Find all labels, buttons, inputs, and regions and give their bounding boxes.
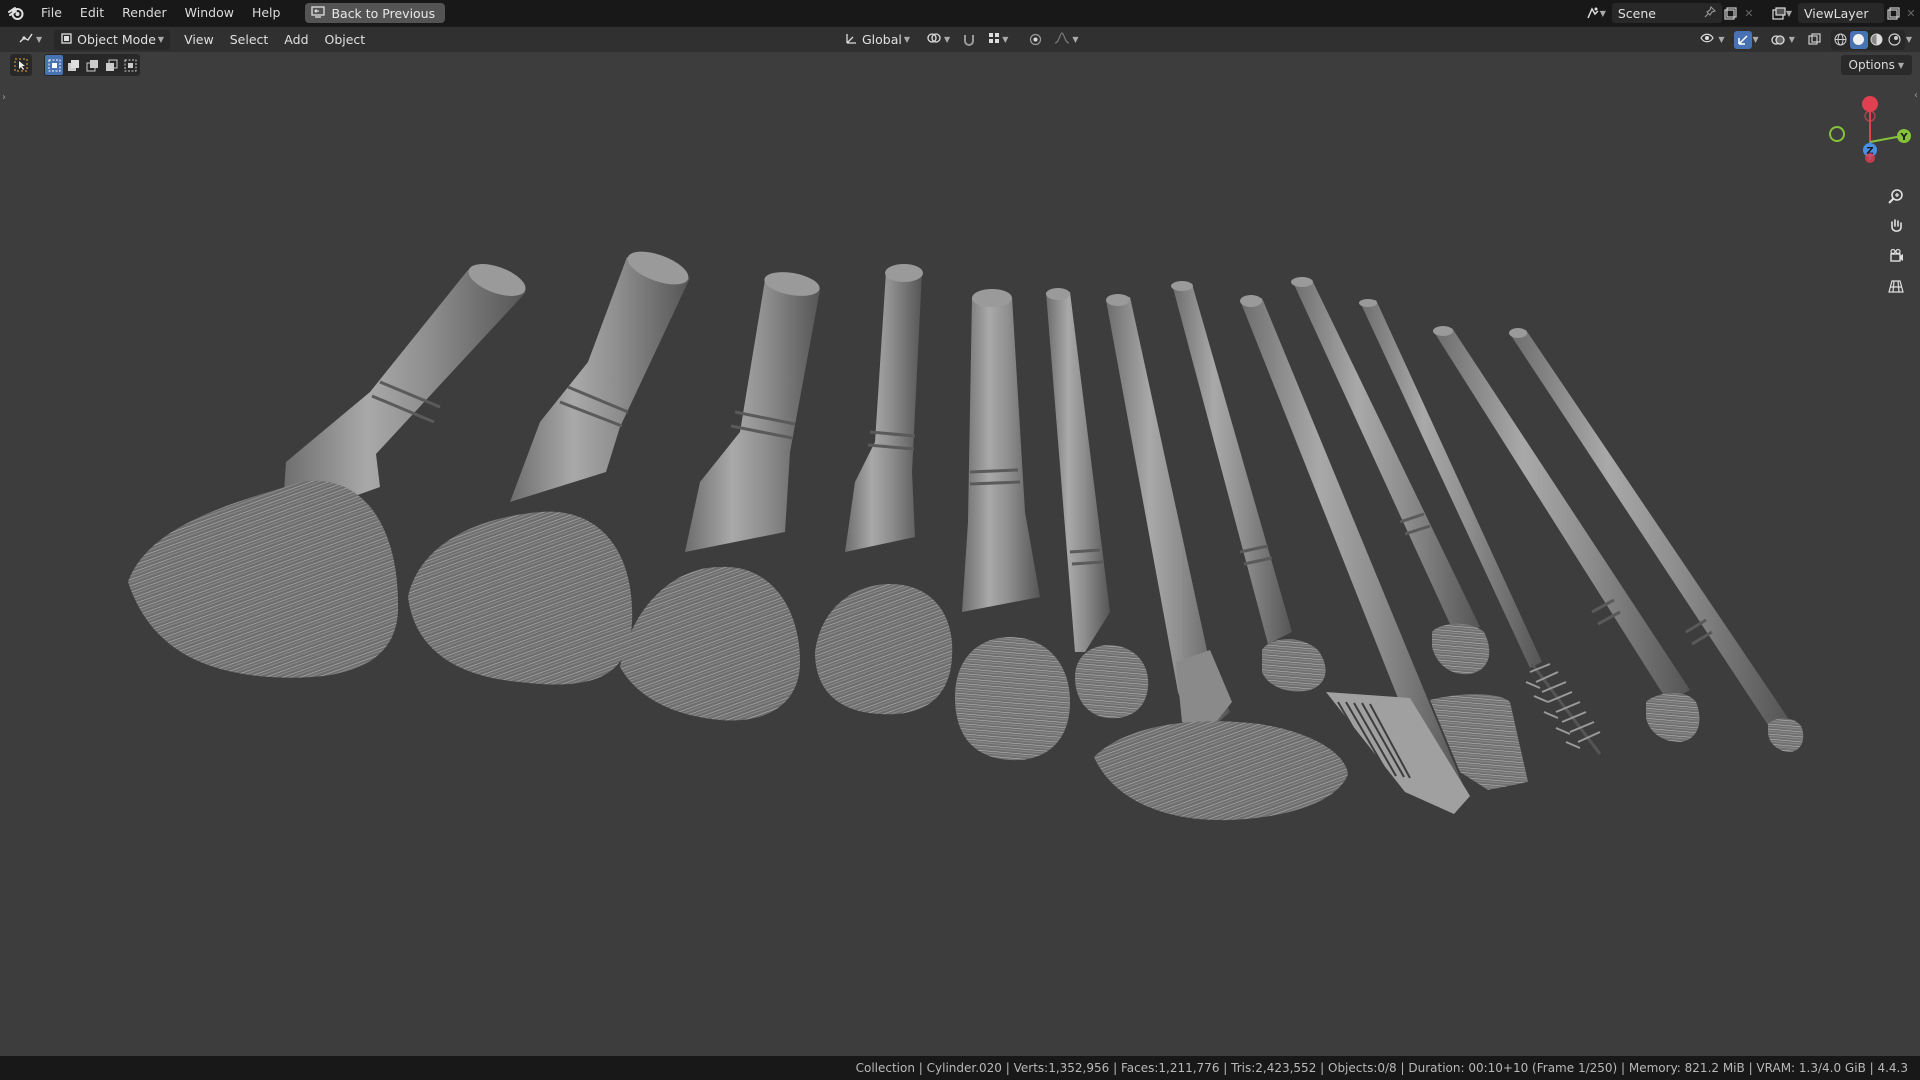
selectability-visibility-dropdown[interactable]: ▼ [1694,30,1730,50]
object-mode-dropdown[interactable]: Object Mode ▼ [54,29,171,50]
chevron-down-icon: ▼ [36,35,43,44]
select-intersect-icon[interactable] [121,55,139,75]
rendered-shading-icon[interactable] [1886,31,1904,49]
select-subtract-icon[interactable] [83,55,101,75]
status-bar: Collection | Cylinder.020 | Verts:1,352,… [0,1056,1920,1080]
menu-window[interactable]: Window [176,0,243,26]
x-axis-handle[interactable] [1862,96,1878,112]
selection-mode-group [44,54,140,76]
falloff-curve-icon [1054,32,1070,47]
xray-toggle-icon[interactable] [1806,31,1824,49]
new-view-layer-icon[interactable] [1884,4,1902,22]
chevron-down-icon: ▼ [1002,35,1009,44]
snap-toggle-icon[interactable] [960,31,978,49]
brush-7-fan [1094,294,1348,821]
view-layer-field[interactable]: ViewLayer [1798,3,1884,23]
select-difference-icon[interactable] [102,55,120,75]
shading-mode-group [1830,29,1905,50]
menu-object[interactable]: Object [317,32,374,47]
menu-help[interactable]: Help [243,0,290,26]
viewport-toolbar-row [10,54,140,76]
chevron-down-icon: ▼ [944,35,951,44]
delete-scene-icon[interactable]: ✕ [1740,4,1758,22]
chevron-down-icon: ▼ [1718,35,1725,44]
y-axis-label: Y [1899,132,1908,143]
menu-add[interactable]: Add [276,32,316,47]
pivot-icon [926,31,942,48]
view-layer-name: ViewLayer [1804,5,1869,21]
object-mode-icon [60,32,73,48]
solid-shading-icon[interactable] [1849,30,1868,49]
orientation-label: Global [862,32,902,47]
zoom-magnifier-icon[interactable] [1883,183,1909,209]
delete-view-layer-icon[interactable]: ✕ [1902,4,1920,22]
chevron-down-icon: ▼ [903,35,911,44]
menu-file[interactable]: File [32,0,71,26]
chevron-down-icon: ▼ [1072,35,1079,44]
menu-render[interactable]: Render [113,0,176,26]
chevron-down-icon: ▼ [1785,8,1792,18]
pivot-point-dropdown[interactable]: ▼ [920,30,956,50]
select-new-icon[interactable] [45,55,63,75]
brush-scene-render [128,251,1804,821]
orientation-axes-icon [844,31,858,48]
overlays-toggle-icon[interactable] [1770,31,1788,49]
3d-viewport[interactable]: Options ▼ › ‹ Y Z [0,52,1920,1056]
pin-icon[interactable] [1704,5,1716,21]
object-mode-label: Object Mode [77,32,156,47]
editor-type-selector[interactable]: ▼ [12,30,48,50]
chevron-down-icon: ▼ [1897,60,1904,70]
3d-viewport-icon [18,31,34,48]
viewport-header: ▼ Object Mode ▼ View Select Add Object G… [0,27,1920,52]
options-label: Options [1848,58,1895,72]
transform-orientation-dropdown[interactable]: Global ▼ [838,30,916,50]
chevron-down-icon[interactable]: ▼ [1906,35,1912,44]
perspective-grid-icon[interactable] [1883,273,1909,299]
navigation-gizmo[interactable]: Y Z [1822,90,1912,180]
select-tool-icon[interactable] [10,54,32,76]
snap-grid-icon [988,32,1000,47]
toolbar-expand-arrow-icon[interactable]: › [2,92,6,103]
camera-view-icon[interactable] [1883,243,1909,269]
blender-logo-icon[interactable] [0,0,32,26]
back-to-previous-label: Back to Previous [331,5,436,21]
scene-statistics: Collection | Cylinder.020 | Verts:1,352,… [855,1061,1908,1075]
back-to-previous-button[interactable]: Back to Previous [305,3,446,23]
back-screen-icon [311,5,326,21]
eye-pointer-icon [1700,31,1716,48]
falloff-dropdown[interactable]: ▼ [1048,30,1084,50]
snap-target-dropdown[interactable]: ▼ [982,30,1014,50]
menu-edit[interactable]: Edit [71,0,113,26]
menu-select[interactable]: Select [222,32,277,47]
chevron-down-icon: ▼ [1599,8,1606,18]
chevron-down-icon[interactable]: ▼ [1753,35,1759,44]
proportional-editing-icon[interactable] [1026,31,1044,49]
wireframe-shading-icon[interactable] [1832,31,1850,49]
top-menu-bar: File Edit Render Window Help Back to Pre… [0,0,1920,26]
sidebar-expand-arrow-icon[interactable]: ‹ [1914,90,1918,101]
menu-view[interactable]: View [176,32,222,47]
scene-name: Scene [1617,5,1656,21]
gizmo-toggle-icon[interactable] [1733,30,1752,49]
select-extend-icon[interactable] [64,55,82,75]
chevron-down-icon[interactable]: ▼ [1789,35,1795,44]
scene-field[interactable]: Scene [1611,3,1722,23]
pan-hand-icon[interactable] [1883,213,1909,239]
options-dropdown[interactable]: Options ▼ [1840,55,1912,75]
new-scene-icon[interactable] [1722,4,1740,22]
brush-4 [815,264,953,715]
material-preview-shading-icon[interactable] [1868,31,1886,49]
chevron-down-icon: ▼ [157,35,165,44]
